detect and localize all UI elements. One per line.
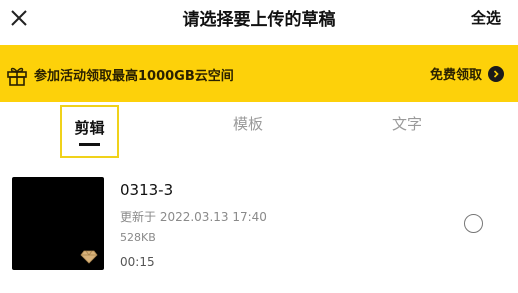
top-bar: 请选择要上传的草稿 全选	[0, 0, 518, 36]
promo-banner[interactable]: 参加活动领取最高1000GB云空间 免费领取	[0, 45, 518, 102]
draft-name: 0313-3	[120, 181, 174, 199]
active-tab-indicator	[79, 143, 100, 146]
page-title: 请选择要上传的草稿	[182, 10, 336, 30]
tab-template[interactable]: 模板	[233, 113, 263, 134]
tab-edit[interactable]: 剪辑	[60, 105, 119, 158]
tab-edit-label: 剪辑	[74, 119, 105, 137]
tab-bar: 剪辑 模板 文字	[0, 103, 518, 159]
draft-list-item[interactable]: 0313-3 更新于 2022.03.13 17:40 528KB 00:15	[0, 172, 518, 272]
draft-select-radio[interactable]	[464, 214, 483, 233]
draft-file-size: 528KB	[120, 231, 156, 244]
select-all-button[interactable]: 全选	[471, 7, 501, 28]
draft-duration: 00:15	[120, 255, 155, 269]
draft-thumbnail[interactable]	[12, 177, 104, 270]
claim-free-label: 免费领取	[429, 68, 482, 83]
promo-text: 参加活动领取最高1000GB云空间	[34, 69, 234, 84]
claim-free-button[interactable]: 免费领取	[430, 64, 504, 83]
diamond-icon	[80, 250, 98, 264]
chevron-right-icon	[488, 65, 504, 82]
gift-icon	[7, 67, 27, 86]
draft-updated-time: 更新于 2022.03.13 17:40	[120, 210, 267, 224]
tab-text[interactable]: 文字	[392, 113, 422, 134]
